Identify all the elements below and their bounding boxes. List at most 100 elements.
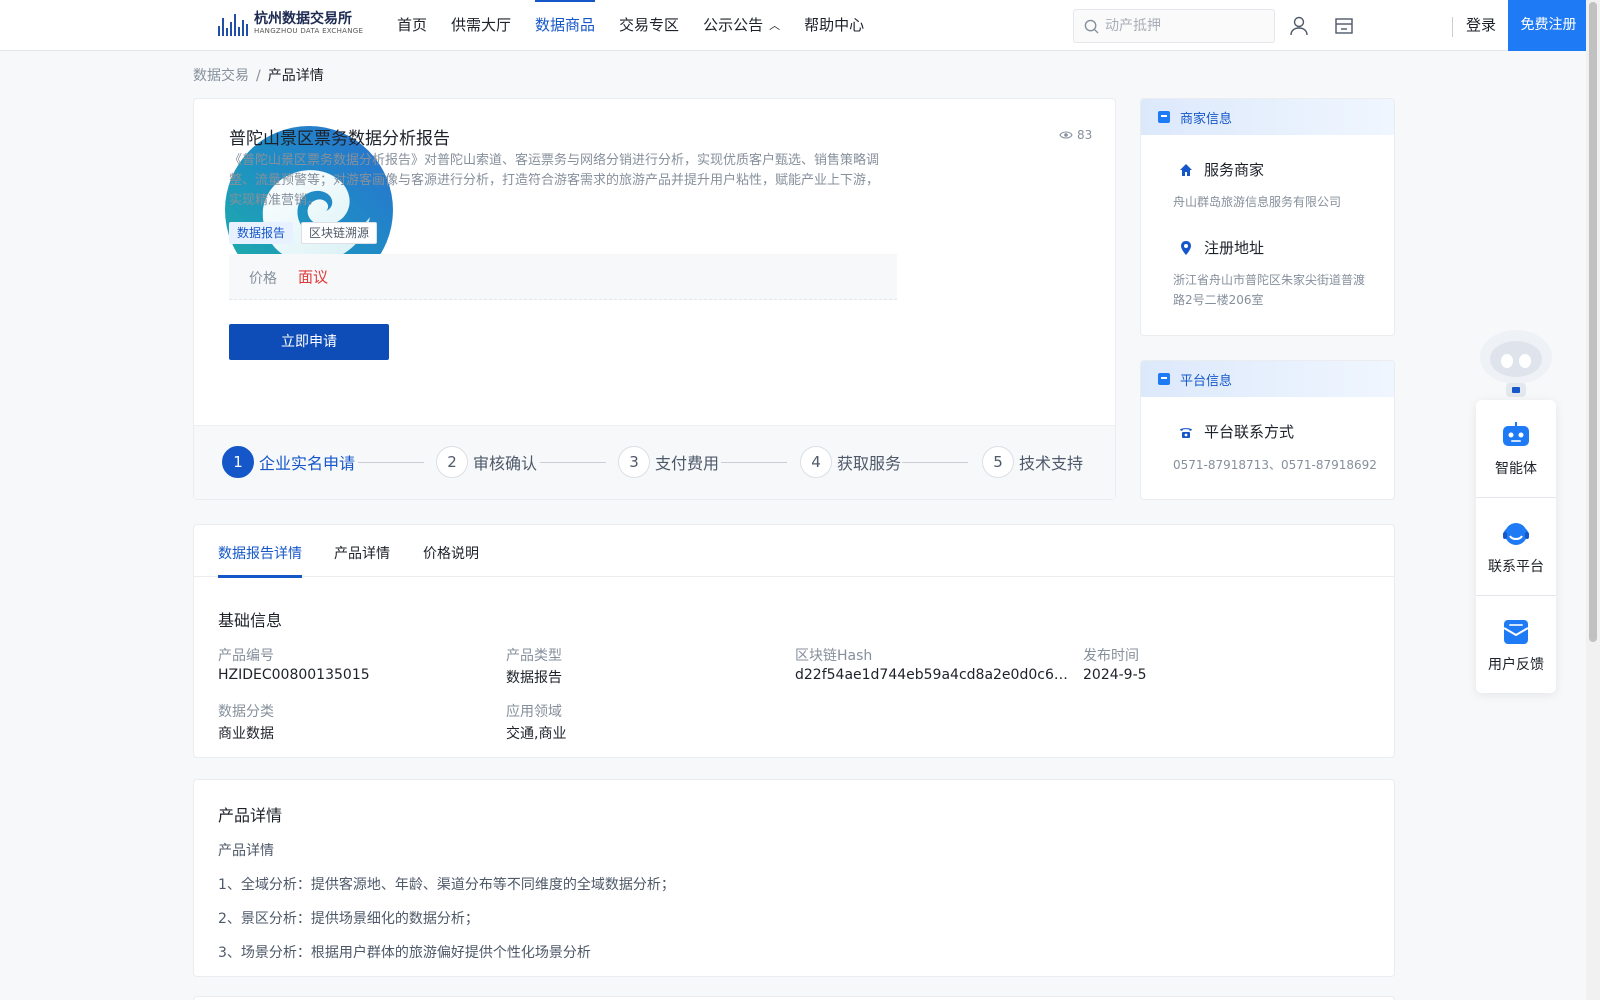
product-detail-subtitle: 产品详情 <box>218 843 274 859</box>
step-3: 3 支付费用 <box>618 446 719 478</box>
step-label: 审核确认 <box>473 454 538 473</box>
location-pin-icon <box>1181 240 1191 255</box>
step-label: 支付费用 <box>655 454 720 473</box>
contact-platform-button[interactable]: 联系平台 <box>1476 498 1556 595</box>
nav-supply-demand[interactable]: 供需大厅 <box>451 0 511 51</box>
scrollbar-thumb[interactable] <box>1589 2 1597 642</box>
search-input[interactable] <box>1105 18 1265 34</box>
service-merchant-title: 服务商家 <box>1178 159 1264 180</box>
robot-mascot-icon[interactable] <box>1476 327 1556 401</box>
nav-announcements-label: 公示公告 <box>703 16 764 34</box>
step-4: 4 获取服务 <box>800 446 901 478</box>
application-steps: 1 企业实名申请 2 审核确认 3 支付费用 4 获取服务 5 技术支持 <box>194 425 1115 499</box>
register-button[interactable]: 免费注册 <box>1508 0 1589 51</box>
basic-info-title: 基础信息 <box>218 611 283 630</box>
breadcrumb-separator: / <box>256 68 261 84</box>
breadcrumb-current: 产品详情 <box>267 68 324 84</box>
phone-icon <box>1180 427 1192 438</box>
step-number: 2 <box>436 446 468 478</box>
platform-contact-title: 平台联系方式 <box>1178 421 1294 442</box>
publish-date-value: 2024-9-5 <box>1083 667 1147 683</box>
home-icon <box>1180 163 1192 176</box>
chevron-up-icon: ︿ <box>769 19 781 32</box>
step-label: 企业实名申请 <box>259 454 356 473</box>
data-category-value: 商业数据 <box>218 726 274 742</box>
agent-label: 智能体 <box>1495 461 1537 477</box>
customer-service-icon <box>1503 523 1529 545</box>
nav-home[interactable]: 首页 <box>397 0 427 51</box>
product-detail-line: 2、景区分析：提供场景细化的数据分析； <box>218 911 479 927</box>
service-merchant-value: 舟山群岛旅游信息服务有限公司 <box>1173 195 1342 209</box>
step-connector <box>540 462 606 463</box>
main-nav: 首页 供需大厅 数据商品 交易专区 公示公告 ︿ 帮助中心 <box>397 0 888 51</box>
detail-card: 数据报告详情 产品详情 价格说明 基础信息 产品编号 HZIDEC0080013… <box>193 524 1395 758</box>
price-value: 面议 <box>298 268 329 286</box>
top-header: 杭州数据交易所 HANGZHOU DATA EXCHANGE 首页 供需大厅 数… <box>0 0 1589 51</box>
breadcrumb-root[interactable]: 数据交易 <box>193 68 249 84</box>
step-1: 1 企业实名申请 <box>222 446 355 478</box>
user-icon[interactable] <box>1288 15 1310 37</box>
price-box: 价格 面议 <box>229 254 897 300</box>
product-title: 普陀山景区票务数据分析报告 <box>229 129 450 149</box>
product-code-value: HZIDEC00800135015 <box>218 667 370 683</box>
chatbot-icon <box>1503 422 1529 446</box>
search-box[interactable] <box>1073 9 1275 43</box>
nav-trade-zone[interactable]: 交易专区 <box>619 0 679 51</box>
login-link[interactable]: 登录 <box>1466 0 1496 51</box>
step-label: 技术支持 <box>1019 454 1084 473</box>
search-icon <box>1084 19 1099 34</box>
detail-tabs: 数据报告详情 产品详情 价格说明 <box>194 525 1394 578</box>
nav-data-products[interactable]: 数据商品 <box>535 0 596 51</box>
step-connector <box>902 462 968 463</box>
product-detail-line: 3、场景分析：根据用户群体的旅游偏好提供个性化场景分析 <box>218 945 591 961</box>
price-label: 价格 <box>249 271 277 287</box>
application-field-value: 交通,商业 <box>506 726 567 742</box>
feedback-mail-icon <box>1503 620 1529 644</box>
merchant-info-card: 商家信息 服务商家 舟山群岛旅游信息服务有限公司 注册地址 浙江省舟山市普陀区朱… <box>1140 98 1395 336</box>
registered-address-value: 浙江省舟山市普陀区朱家尖街道普渡路2号二楼206室 <box>1173 273 1366 307</box>
tag-blockchain-trace: 区块链溯源 <box>301 222 378 244</box>
logo-title: 杭州数据交易所 <box>254 11 352 27</box>
tab-product-detail[interactable]: 产品详情 <box>334 543 390 577</box>
header-divider <box>1452 17 1453 37</box>
product-tags: 数据报告 区块链溯源 <box>229 222 378 244</box>
registered-address-title: 注册地址 <box>1178 237 1264 258</box>
registered-address-label: 注册地址 <box>1204 239 1265 257</box>
merchant-info-title: 商家信息 <box>1180 111 1233 127</box>
contact-platform-label: 联系平台 <box>1488 559 1544 575</box>
product-type-value: 数据报告 <box>506 670 562 686</box>
platform-info-title: 平台信息 <box>1180 373 1233 389</box>
step-number: 3 <box>618 446 650 478</box>
platform-info-card: 平台信息 平台联系方式 0571-87918713、0571-87918692 <box>1140 360 1395 500</box>
step-connector <box>358 462 424 463</box>
breadcrumb: 数据交易 / 产品详情 <box>193 65 324 85</box>
store-icon[interactable] <box>1333 15 1355 37</box>
platform-contact-label: 平台联系方式 <box>1204 423 1295 441</box>
nav-announcements[interactable]: 公示公告 ︿ <box>703 0 780 51</box>
apply-now-button[interactable]: 立即申请 <box>229 324 389 360</box>
view-count-value: 83 <box>1077 128 1093 142</box>
product-type-label: 产品类型 <box>506 648 562 664</box>
view-count: 83 <box>1059 128 1092 142</box>
agent-button[interactable]: 智能体 <box>1476 400 1556 497</box>
step-number: 4 <box>800 446 832 478</box>
nav-help-center[interactable]: 帮助中心 <box>804 0 864 51</box>
data-category-label: 数据分类 <box>218 704 274 720</box>
application-field-label: 应用领域 <box>506 704 562 720</box>
step-connector <box>721 462 787 463</box>
user-feedback-button[interactable]: 用户反馈 <box>1476 596 1556 693</box>
tab-price-explanation[interactable]: 价格说明 <box>423 543 479 577</box>
product-description: 《普陀山景区票务数据分析报告》对普陀山索道、客运票务与网络分销进行分析，实现优质… <box>229 153 880 208</box>
product-code-label: 产品编号 <box>218 648 274 664</box>
eye-icon <box>1059 131 1073 139</box>
logo-subtitle: HANGZHOU DATA EXCHANGE <box>254 27 364 35</box>
page-scrollbar[interactable] <box>1586 0 1600 1000</box>
tab-report-detail[interactable]: 数据报告详情 <box>218 543 302 578</box>
step-label: 获取服务 <box>837 454 902 473</box>
step-number: 1 <box>222 446 254 478</box>
blockchain-hash-value: d22f54ae1d744eb59a4cd8a2e0d0c615b6... <box>795 667 1073 683</box>
logo-mark-icon <box>218 12 248 36</box>
site-logo[interactable]: 杭州数据交易所 HANGZHOU DATA EXCHANGE <box>218 11 363 36</box>
publish-date-label: 发布时间 <box>1083 648 1139 664</box>
tag-data-report: 数据报告 <box>229 222 294 244</box>
